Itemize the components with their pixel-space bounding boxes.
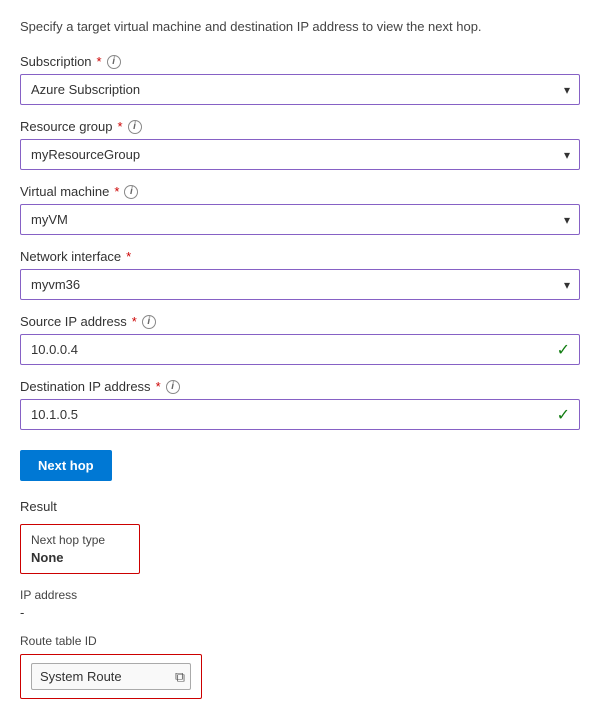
network-interface-label: Network interface * <box>20 249 580 264</box>
virtual-machine-select-wrapper: myVM ▾ <box>20 204 580 235</box>
resource-group-select[interactable]: myResourceGroup <box>20 139 580 170</box>
result-section: Result Next hop type None IP address - R… <box>20 499 580 699</box>
source-ip-input-wrapper: ✓ <box>20 334 580 365</box>
next-hop-button[interactable]: Next hop <box>20 450 112 481</box>
subscription-label-text: Subscription <box>20 54 92 69</box>
virtual-machine-info-icon[interactable]: i <box>124 185 138 199</box>
network-interface-select-wrapper: myvm36 ▾ <box>20 269 580 300</box>
resource-group-select-wrapper: myResourceGroup ▾ <box>20 139 580 170</box>
source-ip-label-text: Source IP address <box>20 314 127 329</box>
destination-ip-input[interactable] <box>20 399 580 430</box>
virtual-machine-label-text: Virtual machine <box>20 184 109 199</box>
destination-ip-input-wrapper: ✓ <box>20 399 580 430</box>
destination-ip-required-star: * <box>156 379 161 394</box>
destination-ip-label: Destination IP address * i <box>20 379 580 394</box>
virtual-machine-select[interactable]: myVM <box>20 204 580 235</box>
result-section-label: Result <box>20 499 580 514</box>
source-ip-label: Source IP address * i <box>20 314 580 329</box>
page-description: Specify a target virtual machine and des… <box>20 18 580 36</box>
subscription-select[interactable]: Azure Subscription <box>20 74 580 105</box>
route-table-inner: ⧉ <box>31 663 191 690</box>
resource-group-label: Resource group * i <box>20 119 580 134</box>
virtual-machine-label: Virtual machine * i <box>20 184 580 199</box>
subscription-label: Subscription * i <box>20 54 580 69</box>
next-hop-type-label: Next hop type <box>31 533 129 547</box>
subscription-required-star: * <box>97 54 102 69</box>
route-table-id-label: Route table ID <box>20 634 580 648</box>
destination-ip-field-group: Destination IP address * i ✓ <box>20 379 580 430</box>
resource-group-info-icon[interactable]: i <box>128 120 142 134</box>
ip-address-value: - <box>20 605 580 620</box>
subscription-info-icon[interactable]: i <box>107 55 121 69</box>
subscription-select-wrapper: Azure Subscription ▾ <box>20 74 580 105</box>
destination-ip-check-icon: ✓ <box>557 405 570 425</box>
virtual-machine-required-star: * <box>114 184 119 199</box>
source-ip-check-icon: ✓ <box>557 340 570 360</box>
source-ip-field-group: Source IP address * i ✓ <box>20 314 580 365</box>
network-interface-required-star: * <box>126 249 131 264</box>
route-table-section: Route table ID ⧉ <box>20 634 580 699</box>
destination-ip-info-icon[interactable]: i <box>166 380 180 394</box>
source-ip-input[interactable] <box>20 334 580 365</box>
subscription-field-group: Subscription * i Azure Subscription ▾ <box>20 54 580 105</box>
route-table-input[interactable] <box>31 663 191 690</box>
resource-group-required-star: * <box>118 119 123 134</box>
network-interface-select[interactable]: myvm36 <box>20 269 580 300</box>
destination-ip-label-text: Destination IP address <box>20 379 151 394</box>
copy-icon[interactable]: ⧉ <box>175 668 185 685</box>
resource-group-field-group: Resource group * i myResourceGroup ▾ <box>20 119 580 170</box>
resource-group-label-text: Resource group <box>20 119 113 134</box>
next-hop-type-value: None <box>31 550 129 565</box>
source-ip-info-icon[interactable]: i <box>142 315 156 329</box>
source-ip-required-star: * <box>132 314 137 329</box>
network-interface-label-text: Network interface <box>20 249 121 264</box>
ip-address-section: IP address - <box>20 588 580 620</box>
virtual-machine-field-group: Virtual machine * i myVM ▾ <box>20 184 580 235</box>
route-table-box: ⧉ <box>20 654 202 699</box>
network-interface-field-group: Network interface * myvm36 ▾ <box>20 249 580 300</box>
next-hop-type-box: Next hop type None <box>20 524 140 574</box>
ip-address-label: IP address <box>20 588 580 602</box>
